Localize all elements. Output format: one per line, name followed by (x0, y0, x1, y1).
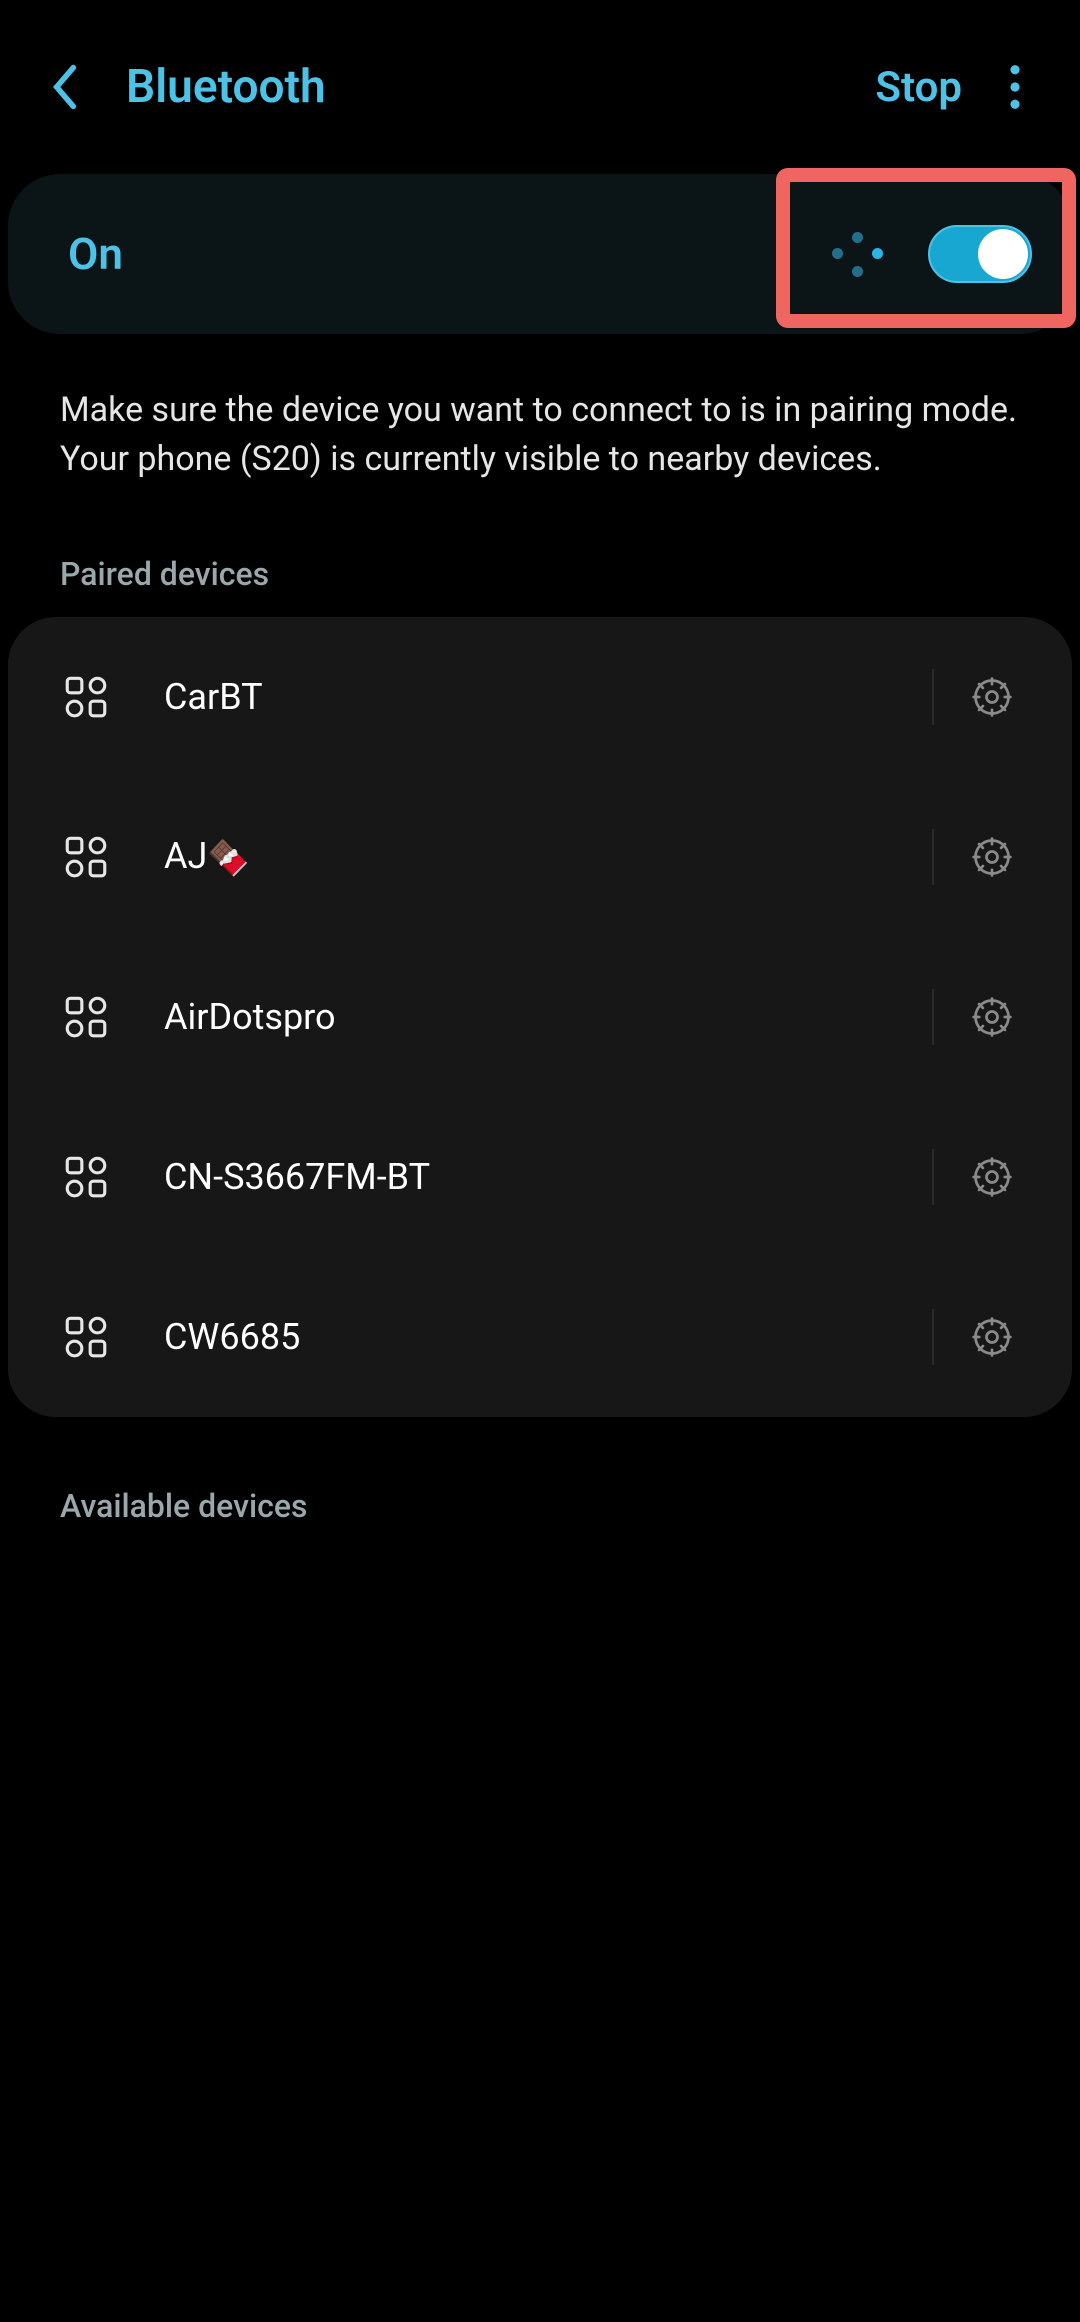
loading-indicator-icon (828, 224, 888, 284)
stop-button[interactable]: Stop (875, 63, 962, 112)
device-settings-button[interactable] (962, 1307, 1022, 1367)
paired-devices-list: CarBT AJ🍫 AirDotspro CN-S3667FM-BT (8, 617, 1072, 1417)
device-category-icon (58, 669, 114, 725)
available-devices-header: Available devices (0, 1417, 1080, 1549)
device-name: CarBT (164, 676, 904, 718)
device-name: CW6685 (164, 1316, 904, 1358)
separator (932, 669, 934, 725)
device-settings-button[interactable] (962, 987, 1022, 1047)
more-options-button[interactable] (990, 62, 1040, 112)
device-settings-button[interactable] (962, 1147, 1022, 1207)
paired-devices-header: Paired devices (0, 485, 1080, 617)
chevron-left-icon (48, 62, 82, 112)
separator (932, 1309, 934, 1365)
device-name: AirDotspro (164, 996, 904, 1038)
separator (932, 1149, 934, 1205)
device-row[interactable]: CarBT (8, 617, 1072, 777)
device-settings-button[interactable] (962, 667, 1022, 727)
bluetooth-status-panel: On (8, 174, 1072, 334)
device-category-icon (58, 989, 114, 1045)
device-settings-button[interactable] (962, 827, 1022, 887)
page-title: Bluetooth (126, 60, 875, 114)
info-text: Make sure the device you want to connect… (0, 334, 1080, 485)
device-category-icon (58, 1149, 114, 1205)
header: Bluetooth Stop (0, 0, 1080, 154)
device-name: AJ🍫 (164, 835, 904, 878)
device-category-icon (58, 829, 114, 885)
device-row[interactable]: AirDotspro (8, 937, 1072, 1097)
bluetooth-toggle[interactable] (928, 225, 1032, 283)
device-row[interactable]: CN-S3667FM-BT (8, 1097, 1072, 1257)
device-category-icon (58, 1309, 114, 1365)
status-label: On (68, 228, 123, 280)
device-row[interactable]: AJ🍫 (8, 777, 1072, 937)
separator (932, 829, 934, 885)
back-button[interactable] (40, 62, 90, 112)
device-name: CN-S3667FM-BT (164, 1156, 904, 1198)
device-row[interactable]: CW6685 (8, 1257, 1072, 1417)
more-vertical-icon (1008, 64, 1022, 110)
separator (932, 989, 934, 1045)
